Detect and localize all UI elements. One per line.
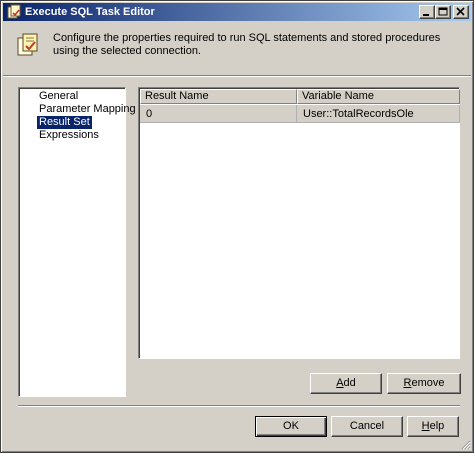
page-navigation-list[interactable]: General Parameter Mapping Result Set Exp… <box>18 87 136 397</box>
footer-divider <box>18 405 460 407</box>
nav-item-expressions[interactable]: Expressions <box>37 129 101 142</box>
help-accelerator: H <box>421 420 430 432</box>
execute-sql-task-editor-window: Execute SQL Task Editor Configure the pr… <box>0 0 474 453</box>
title-bar[interactable]: Execute SQL Task Editor <box>3 3 471 21</box>
dialog-header: Configure the properties required to run… <box>3 22 471 74</box>
minimize-icon <box>423 14 429 16</box>
help-button[interactable]: Help <box>407 416 459 437</box>
help-label-rest: elp <box>429 420 445 432</box>
column-header-variable-name[interactable]: Variable Name <box>297 89 460 104</box>
close-icon <box>456 7 465 16</box>
add-button[interactable]: Add <box>310 373 382 394</box>
column-header-result-name[interactable]: Result Name <box>140 89 297 104</box>
minimize-button[interactable] <box>419 5 435 19</box>
sql-task-app-icon <box>7 4 21 19</box>
nav-item-parameter-mapping[interactable]: Parameter Mapping <box>37 103 138 116</box>
table-row[interactable]: 0 User::TotalRecordsOle <box>140 105 460 123</box>
remove-label-rest: emove <box>411 377 445 389</box>
nav-item-result-set[interactable]: Result Set <box>37 116 92 129</box>
maximize-icon <box>438 7 448 16</box>
window-title: Execute SQL Task Editor <box>25 6 155 18</box>
sql-task-icon <box>17 33 38 56</box>
ok-button[interactable]: OK <box>255 416 327 437</box>
add-label-rest: dd <box>343 377 356 389</box>
cancel-button[interactable]: Cancel <box>331 416 403 437</box>
add-accelerator: A <box>336 377 344 389</box>
close-button[interactable] <box>453 5 469 19</box>
remove-button[interactable]: Remove <box>387 373 461 394</box>
header-divider <box>3 75 471 77</box>
maximize-button[interactable] <box>435 5 451 19</box>
dialog-description: Configure the properties required to run… <box>53 32 441 57</box>
cell-result-name[interactable]: 0 <box>140 105 297 123</box>
nav-item-general[interactable]: General <box>37 90 80 103</box>
grid-header: Result Name Variable Name <box>140 89 460 104</box>
cell-variable-name[interactable]: User::TotalRecordsOle <box>297 105 460 123</box>
resize-grip-icon[interactable] <box>459 438 471 450</box>
result-set-grid[interactable]: Result Name Variable Name 0 User::TotalR… <box>138 87 460 359</box>
